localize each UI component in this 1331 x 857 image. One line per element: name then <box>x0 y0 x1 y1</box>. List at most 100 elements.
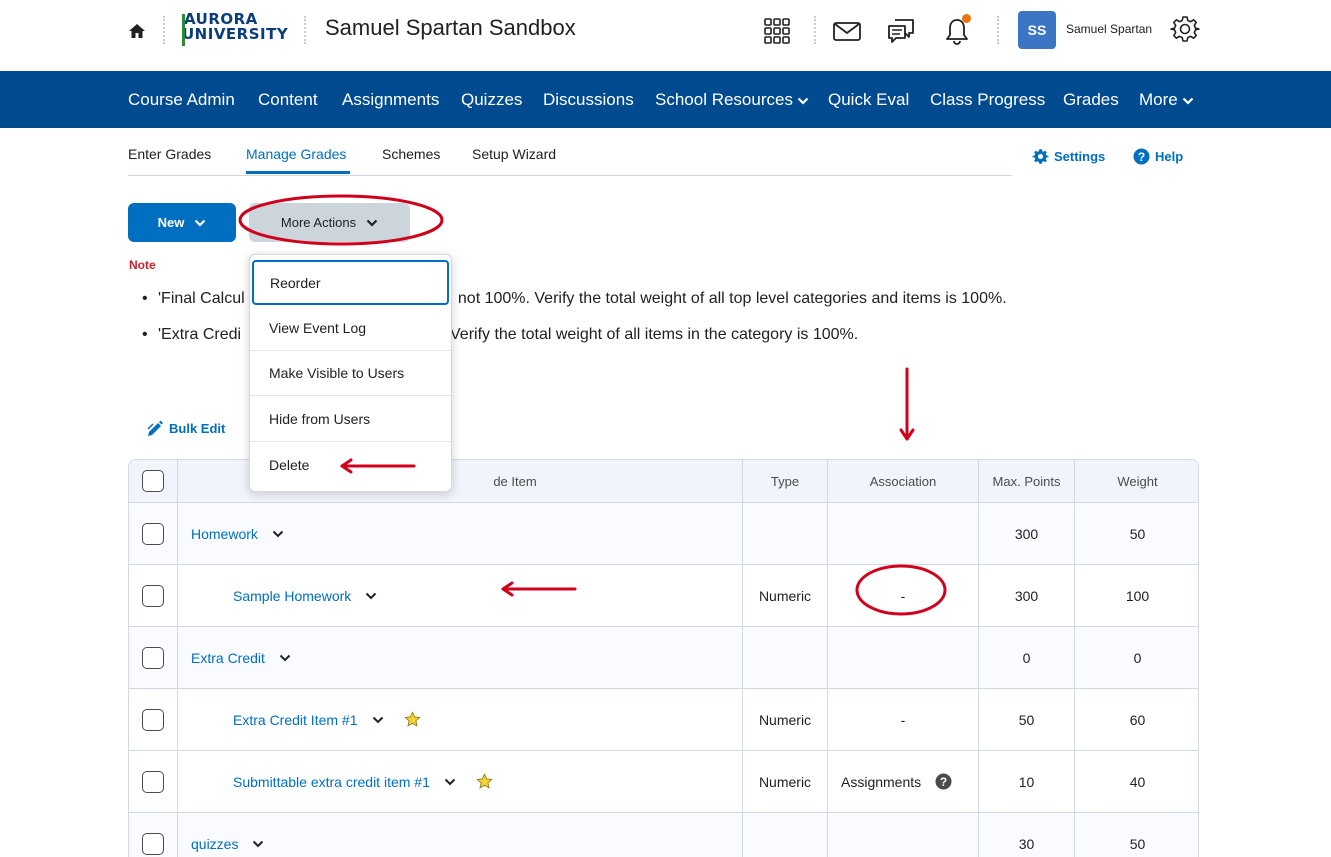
bulk-edit-button[interactable]: Bulk Edit <box>146 419 225 437</box>
chevron-down-icon[interactable] <box>444 778 456 786</box>
menu-item-reorder[interactable]: Reorder <box>252 260 449 305</box>
more-actions-button[interactable]: More Actions <box>249 203 410 242</box>
settings-label: Settings <box>1054 149 1106 164</box>
max-points-cell: 50 <box>979 689 1075 750</box>
row-checkbox[interactable] <box>142 708 164 731</box>
row-checkbox[interactable] <box>142 832 164 855</box>
chevron-down-icon <box>195 219 206 227</box>
grade-item-link[interactable]: quizzes <box>191 836 238 852</box>
association-cell: Assignments ? <box>828 751 979 812</box>
nav-quick-eval[interactable]: Quick Eval <box>828 90 909 110</box>
chevron-down-icon[interactable] <box>365 592 377 600</box>
chevron-down-icon <box>797 97 809 105</box>
chevron-down-icon[interactable] <box>279 654 291 662</box>
grade-item-cell: Extra Credit Item #1 <box>178 689 743 750</box>
grade-item-link[interactable]: Extra Credit Item #1 <box>233 712 358 728</box>
grade-item-link[interactable]: Extra Credit <box>191 650 265 666</box>
nav-assignments[interactable]: Assignments <box>342 90 439 110</box>
tab-setup-wizard[interactable]: Setup Wizard <box>472 146 556 162</box>
row-checkbox-cell <box>129 503 178 564</box>
type-cell: Numeric <box>743 689 828 750</box>
mail-icon[interactable] <box>832 16 862 46</box>
bonus-star-icon <box>403 711 421 727</box>
type-cell: Numeric <box>743 565 828 626</box>
association-cell <box>828 503 979 564</box>
university-logo[interactable]: AURORA UNIVERSITY <box>182 12 288 48</box>
row-checkbox-cell <box>129 565 178 626</box>
divider <box>997 16 999 44</box>
help-icon[interactable]: ? <box>935 773 952 790</box>
association-cell <box>828 627 979 688</box>
avatar[interactable]: SS <box>1018 11 1056 49</box>
nav-content[interactable]: Content <box>258 90 318 110</box>
user-name[interactable]: Samuel Spartan <box>1066 22 1152 36</box>
bulk-edit-label: Bulk Edit <box>169 420 226 436</box>
chevron-down-icon[interactable] <box>252 840 264 848</box>
divider <box>163 16 165 44</box>
svg-text:?: ? <box>940 775 947 789</box>
help-link[interactable]: ? Help <box>1133 148 1183 165</box>
menu-item-view-event-log[interactable]: View Event Log <box>250 306 451 351</box>
type-cell <box>743 503 828 564</box>
chat-icon[interactable] <box>886 16 916 46</box>
nav-school-resources-label: School Resources <box>655 90 793 109</box>
row-checkbox[interactable] <box>142 646 164 669</box>
note-line-2-start: 'Extra Credi <box>158 326 242 343</box>
nav-grades[interactable]: Grades <box>1063 90 1119 110</box>
svg-text:?: ? <box>1138 150 1145 164</box>
grade-item-cell: Submittable extra credit item #1 <box>178 751 743 812</box>
grade-item-cell: Extra Credit <box>178 627 743 688</box>
course-title[interactable]: Samuel Spartan Sandbox <box>325 15 576 41</box>
menu-item-hide-from-users[interactable]: Hide from Users <box>250 397 451 442</box>
logo-line-2: UNIVERSITY <box>182 25 289 43</box>
table-row: Extra Credit 0 0 <box>129 627 1198 689</box>
menu-item-make-visible[interactable]: Make Visible to Users <box>250 351 451 396</box>
association-cell: - <box>828 689 979 750</box>
note-line-1-end: , not 100%. Verify the total weight of a… <box>449 290 1007 307</box>
row-checkbox-cell <box>129 627 178 688</box>
gear-icon <box>1032 149 1049 164</box>
row-checkbox[interactable] <box>142 584 164 607</box>
header-type: Type <box>743 460 828 502</box>
chevron-down-icon[interactable] <box>372 716 384 724</box>
header-weight: Weight <box>1117 473 1158 489</box>
nav-class-progress[interactable]: Class Progress <box>930 90 1045 110</box>
row-checkbox-cell <box>129 813 178 857</box>
grade-item-link[interactable]: Homework <box>191 526 258 542</box>
row-checkbox[interactable] <box>142 770 164 793</box>
grade-item-link[interactable]: Sample Homework <box>233 588 351 604</box>
chevron-down-icon[interactable] <box>272 530 284 538</box>
nav-school-resources[interactable]: School Resources <box>655 90 809 110</box>
gear-icon[interactable] <box>1170 14 1200 44</box>
select-all-checkbox[interactable] <box>142 470 164 492</box>
nav-discussions[interactable]: Discussions <box>543 90 634 110</box>
new-button[interactable]: New <box>128 203 236 242</box>
nav-quizzes[interactable]: Quizzes <box>461 90 522 110</box>
tabs-divider <box>128 175 1012 176</box>
weight-cell: 0 <box>1133 649 1142 666</box>
course-navbar: Course Admin Content Assignments Quizzes… <box>0 71 1331 128</box>
tab-manage-grades[interactable]: Manage Grades <box>246 146 346 162</box>
grade-item-link[interactable]: Submittable extra credit item #1 <box>233 774 430 790</box>
apps-grid-icon[interactable] <box>762 16 792 46</box>
note-label: Note <box>129 258 156 272</box>
settings-link[interactable]: Settings <box>1032 148 1105 165</box>
weight-cell: 50 <box>1129 525 1146 542</box>
weight-cell: 50 <box>1129 835 1146 852</box>
nav-course-admin[interactable]: Course Admin <box>128 90 235 110</box>
divider <box>304 16 306 44</box>
grade-item-cell: Homework <box>178 503 743 564</box>
tab-schemes[interactable]: Schemes <box>382 146 440 162</box>
type-cell <box>743 813 828 857</box>
grade-item-cell: Sample Homework <box>178 565 743 626</box>
table-row: Homework 300 50 <box>129 503 1198 565</box>
nav-more[interactable]: More <box>1139 90 1194 110</box>
menu-item-delete[interactable]: Delete <box>250 442 451 487</box>
tab-enter-grades[interactable]: Enter Grades <box>128 146 211 162</box>
home-icon[interactable] <box>128 22 146 40</box>
weight-cell: 100 <box>1125 587 1150 604</box>
top-header: AURORA UNIVERSITY Samuel Spartan Sandbox… <box>0 0 1331 71</box>
row-checkbox[interactable] <box>142 522 164 545</box>
new-button-label: New <box>157 215 185 230</box>
annotation-arrow-association <box>899 367 915 441</box>
